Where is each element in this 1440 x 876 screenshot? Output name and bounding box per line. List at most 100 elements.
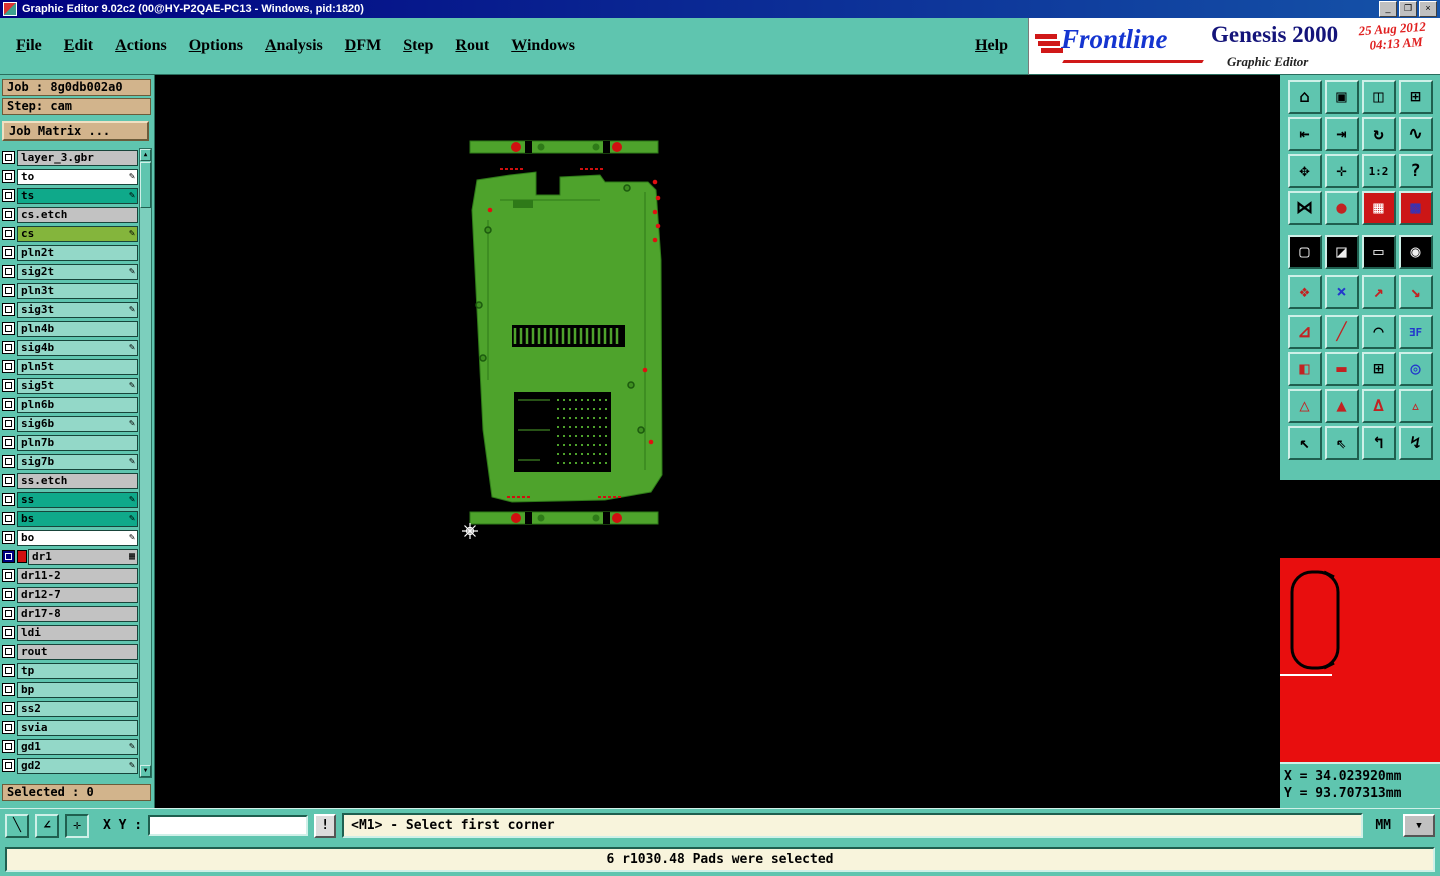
tool-select-pointer-button[interactable]: ↖ — [1287, 426, 1322, 460]
tool-home-view-button[interactable]: ⌂ — [1287, 80, 1322, 114]
layer-label[interactable]: layer_3.gbr — [17, 149, 138, 166]
pcb-canvas[interactable] — [155, 75, 1280, 808]
tool-zoom-previous-button[interactable]: ↻ — [1361, 117, 1396, 151]
menu-edit[interactable]: Edit — [64, 37, 93, 55]
layer-checkbox[interactable] — [2, 322, 15, 335]
menu-rout[interactable]: Rout — [455, 37, 489, 55]
layer-label[interactable]: bp — [17, 681, 138, 698]
menu-windows[interactable]: Windows — [511, 37, 575, 55]
menu-step[interactable]: Step — [403, 37, 433, 55]
tool-net-points-button[interactable]: ❖ — [1287, 275, 1322, 309]
layer-label[interactable]: tp — [17, 662, 138, 679]
layer-label[interactable]: dr1 ▦ — [28, 548, 138, 565]
tool-arc-button[interactable]: ◠ — [1361, 315, 1396, 349]
tool-line-button[interactable]: ╱ — [1324, 315, 1359, 349]
layer-checkbox[interactable] — [2, 664, 15, 677]
tool-origin-button[interactable]: ◉ — [1398, 235, 1433, 269]
menu-actions[interactable]: Actions — [115, 37, 167, 55]
tool-move-point-button[interactable]: ↗ — [1361, 275, 1396, 309]
tool-measure-button[interactable]: ⋈ — [1287, 191, 1322, 225]
layer-label[interactable]: sig7b ✎ — [17, 453, 138, 470]
layer-label[interactable]: pln7b — [17, 434, 138, 451]
tool-line-width-button[interactable]: ▬ — [1324, 352, 1359, 386]
layer-label[interactable]: sig5t ✎ — [17, 377, 138, 394]
layer-label[interactable]: to ✎ — [17, 168, 138, 185]
layer-label[interactable]: cs.etch — [17, 206, 138, 223]
tool-screen-view-button[interactable]: ▣ — [1324, 80, 1359, 114]
close-button[interactable]: × — [1419, 1, 1437, 17]
layer-label[interactable]: svia — [17, 719, 138, 736]
layer-checkbox[interactable] — [2, 303, 15, 316]
tool-angle-button[interactable]: ⊿ — [1287, 315, 1322, 349]
slope-mode-button[interactable]: ╲ — [5, 813, 29, 838]
tool-highlight-button[interactable]: ● — [1324, 191, 1359, 225]
layer-checkbox[interactable] — [2, 379, 15, 392]
menu-options[interactable]: Options — [189, 37, 243, 55]
units-dropdown[interactable]: ▼ — [1403, 814, 1435, 837]
layer-checkbox[interactable] — [2, 645, 15, 658]
layer-label[interactable]: cs ✎ — [17, 225, 138, 242]
layer-label[interactable]: bs ✎ — [17, 510, 138, 527]
tool-select-turn-button[interactable]: ↰ — [1361, 426, 1396, 460]
tool-triangle-small-button[interactable]: ▵ — [1398, 389, 1433, 423]
tool-window-view-button[interactable]: ◫ — [1361, 80, 1396, 114]
tool-copy-point-button[interactable]: ↘ — [1398, 275, 1433, 309]
layer-label[interactable]: sig4b ✎ — [17, 339, 138, 356]
tool-triangle-outline-button[interactable]: △ — [1287, 389, 1322, 423]
tool-overlay-button[interactable]: ◪ — [1324, 235, 1359, 269]
layer-checkbox[interactable] — [2, 208, 15, 221]
layer-label[interactable]: sig2t ✎ — [17, 263, 138, 280]
tool-grid-dots-button[interactable]: ▩ — [1398, 191, 1433, 225]
tool-wave-button[interactable]: ∿ — [1398, 117, 1433, 151]
tool-transform-button[interactable]: ⊞ — [1361, 352, 1396, 386]
layer-label[interactable]: bo ✎ — [17, 529, 138, 546]
layer-label[interactable]: pln2t — [17, 244, 138, 261]
tool-mirror-button[interactable]: ƎF — [1398, 315, 1433, 349]
layer-checkbox[interactable] — [2, 683, 15, 696]
layer-list-scrollbar[interactable]: ▲ ▼ — [139, 148, 152, 778]
layer-label[interactable]: pln6b — [17, 396, 138, 413]
layer-checkbox[interactable] — [2, 588, 15, 601]
scroll-down-icon[interactable]: ▼ — [140, 765, 151, 777]
layer-label[interactable]: dr12-7 — [17, 586, 138, 603]
layer-checkbox[interactable] — [2, 170, 15, 183]
layer-checkbox[interactable] — [2, 702, 15, 715]
tool-zoom-ratio-button[interactable]: 1:2 — [1361, 154, 1396, 188]
xy-input[interactable] — [148, 815, 309, 836]
layer-label[interactable]: ss2 — [17, 700, 138, 717]
tool-ruler-button[interactable]: ▭ — [1361, 235, 1396, 269]
layer-checkbox[interactable] — [2, 721, 15, 734]
layer-label[interactable]: ss ✎ — [17, 491, 138, 508]
layer-label[interactable]: gd2 ✎ — [17, 757, 138, 774]
layer-checkbox[interactable] — [2, 493, 15, 506]
layer-label[interactable]: ldi — [17, 624, 138, 641]
layer-checkbox[interactable] — [2, 626, 15, 639]
layer-checkbox[interactable] — [2, 531, 15, 544]
tool-grid-snap-button[interactable]: ▦ — [1361, 191, 1396, 225]
layer-checkbox[interactable] — [2, 151, 15, 164]
menu-analysis[interactable]: Analysis — [265, 37, 323, 55]
layer-checkbox[interactable] — [2, 341, 15, 354]
tool-help-button[interactable]: ? — [1398, 154, 1433, 188]
layer-label[interactable]: dr11-2 — [17, 567, 138, 584]
maximize-button[interactable]: ❐ — [1399, 1, 1417, 17]
tool-layer-swap-button[interactable]: ◧ — [1287, 352, 1322, 386]
layer-label[interactable]: sig6b ✎ — [17, 415, 138, 432]
layer-checkbox[interactable] — [2, 417, 15, 430]
layer-label[interactable]: pln4b — [17, 320, 138, 337]
layer-checkbox[interactable] — [2, 474, 15, 487]
layer-checkbox[interactable] — [2, 265, 15, 278]
tool-triangle-open-button[interactable]: ∆ — [1361, 389, 1396, 423]
tool-pan-left-button[interactable]: ⇤ — [1287, 117, 1322, 151]
layer-checkbox[interactable] — [2, 398, 15, 411]
job-matrix-button[interactable]: Job Matrix ... — [2, 121, 149, 141]
layer-checkbox[interactable] — [2, 360, 15, 373]
tool-select-corner-button[interactable]: ⇖ — [1324, 426, 1359, 460]
tool-select-zigzag-button[interactable]: ↯ — [1398, 426, 1433, 460]
layer-checkbox[interactable] — [2, 569, 15, 582]
tool-delete-vertex-button[interactable]: × — [1324, 275, 1359, 309]
alert-button[interactable]: ! — [314, 813, 337, 838]
layer-checkbox[interactable] — [2, 455, 15, 468]
tool-triangle-filled-button[interactable]: ▲ — [1324, 389, 1359, 423]
layer-label[interactable]: gd1 ✎ — [17, 738, 138, 755]
